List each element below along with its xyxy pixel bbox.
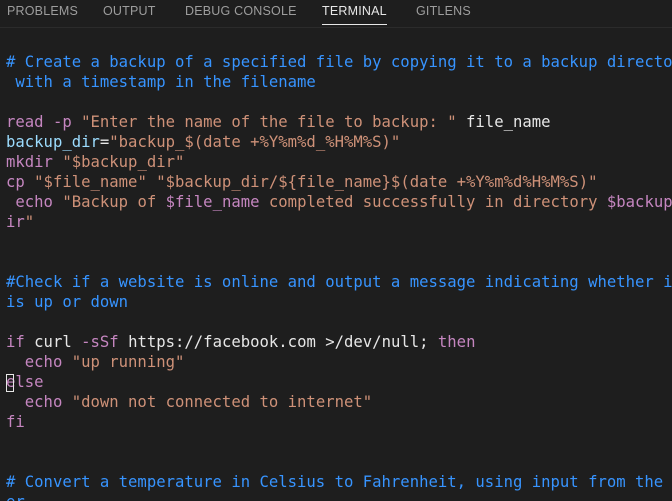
- keyword: then: [437, 333, 476, 351]
- terminal-line-2: with a timestamp in the filename: [6, 73, 316, 91]
- terminal-line-comment-convert: # Convert a temperature in Celsius to Fa…: [6, 473, 672, 491]
- string: "up running": [71, 353, 185, 371]
- terminal-output[interactable]: # Create a backup of a specified file by…: [0, 40, 672, 501]
- terminal-line-read: read -p "Enter the name of the file to b…: [6, 112, 551, 132]
- terminal-line-if-curl: if curl -sSf https://facebook.com >/dev/…: [6, 332, 475, 352]
- terminal-cursor: [6, 374, 14, 392]
- string: "$file_name" "$backup_dir/${file_name}$(…: [34, 173, 598, 191]
- tab-output[interactable]: OUTPUT: [103, 0, 156, 28]
- command: curl: [34, 333, 82, 351]
- keyword: echo: [6, 393, 72, 411]
- variable: ir: [6, 213, 25, 231]
- string: completed successfully in directory: [259, 193, 607, 211]
- keyword: echo: [6, 353, 72, 371]
- terminal-line-comment-check-wrap: is up or down: [6, 293, 129, 311]
- text: file_name: [456, 113, 551, 131]
- string: "backup_$(date +%Y%m%d_%H%M%S)": [109, 133, 401, 151]
- terminal-line-comment-check: #Check if a website is online and output…: [6, 273, 672, 291]
- terminal-line-mkdir: mkdir "$backup_dir": [6, 152, 184, 172]
- tab-terminal[interactable]: TERMINAL: [322, 0, 387, 28]
- keyword: if: [6, 333, 35, 351]
- url: https://facebook.com: [128, 333, 326, 351]
- panel-tab-bar: PROBLEMS OUTPUT DEBUG CONSOLE TERMINAL G…: [0, 0, 672, 28]
- terminal-line-fi: fi: [6, 413, 25, 431]
- terminal-line-1: # Create a backup of a specified file by…: [6, 53, 672, 71]
- keyword: mkdir: [6, 153, 63, 171]
- variable: $backup_d: [606, 193, 672, 211]
- tab-debug-console[interactable]: DEBUG CONSOLE: [185, 0, 297, 28]
- variable: backup_dir: [6, 133, 100, 151]
- tab-problems[interactable]: PROBLEMS: [7, 0, 78, 28]
- keyword: cp: [6, 173, 35, 191]
- keyword: read -p: [6, 113, 82, 131]
- string: "$backup_dir": [62, 153, 185, 171]
- redirect: >/dev/null;: [325, 333, 438, 351]
- keyword: echo: [6, 193, 63, 211]
- string: ": [24, 213, 35, 231]
- terminal-line-echo-up: echo "up running": [6, 352, 185, 372]
- string: "down not connected to internet": [71, 393, 373, 411]
- terminal-line-echo-wrap: ir": [6, 212, 34, 232]
- terminal-line-echo-down: echo "down not connected to internet": [6, 392, 372, 412]
- tab-gitlens[interactable]: GITLENS: [416, 0, 471, 28]
- string: "Enter the name of the file to backup: ": [81, 113, 457, 131]
- terminal-line-cp: cp "$file_name" "$backup_dir/${file_name…: [6, 172, 597, 192]
- terminal-line-backup-dir: backup_dir="backup_$(date +%Y%m%d_%H%M%S…: [6, 132, 400, 152]
- variable: $file_name: [165, 193, 260, 211]
- string: "Backup of: [62, 193, 166, 211]
- terminal-line-echo-backup: echo "Backup of $file_name completed suc…: [6, 192, 672, 212]
- terminal-line-comment-convert-wrap: er: [6, 492, 25, 501]
- operator: =: [99, 133, 110, 151]
- flag: -sSf: [81, 333, 129, 351]
